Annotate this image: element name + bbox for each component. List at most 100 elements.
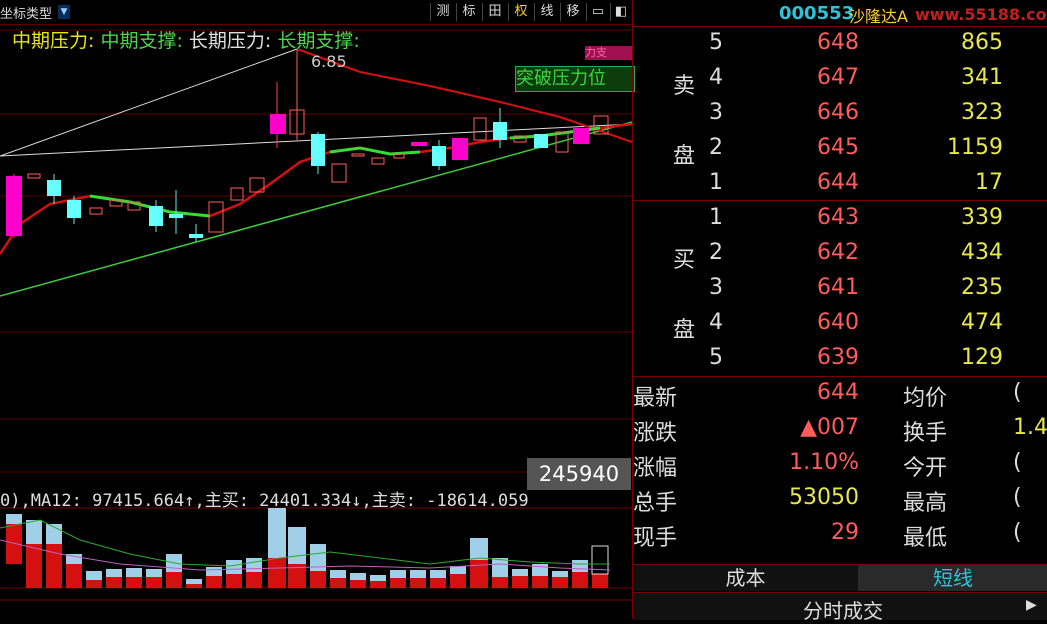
quote-value: ▲007: [800, 415, 859, 440]
trade-ticker-title: 分时成交: [803, 599, 883, 623]
buy-row-1[interactable]: 1 643 339: [633, 205, 1047, 240]
candle: [67, 200, 81, 218]
quote-value: (: [1013, 520, 1022, 545]
buy-volume: 129: [961, 345, 1003, 370]
ma-green-segment-2: [329, 146, 421, 156]
long-pressure-label: 长期压力:: [188, 30, 272, 52]
kline-chart-area[interactable]: 坐标类型 ▼ 测 标 田 权 线 移 ▭ ◧ 中期压力: 中期支撑: 长期压力:…: [0, 0, 635, 619]
quote-value: 29: [831, 520, 859, 545]
volume-value-box: 245940: [527, 458, 631, 490]
buy-level: 1: [709, 205, 723, 230]
quote-value: 1.4: [1013, 415, 1047, 440]
sell-volume: 341: [961, 65, 1003, 90]
quote-label: 最新: [633, 386, 678, 411]
quote-label: 换手: [903, 421, 948, 446]
sell-row-4[interactable]: 4 647 341: [633, 65, 1047, 100]
measure-button[interactable]: 测: [430, 3, 455, 21]
candle: [493, 122, 507, 140]
sell-price: 647: [817, 65, 859, 90]
buy-level: 5: [709, 345, 723, 370]
quote-row-latest: 最新 644 均价 (: [633, 380, 1047, 415]
buy-row-2[interactable]: 2 642 434: [633, 240, 1047, 275]
tab-cost[interactable]: 成本: [633, 565, 859, 591]
line-button[interactable]: 线: [534, 3, 559, 21]
sell-level: 3: [709, 100, 723, 125]
rights-button[interactable]: 权: [508, 3, 533, 21]
arrow-right-icon[interactable]: ▶: [1026, 597, 1040, 613]
candle: [89, 207, 103, 215]
panel-toggle-icon[interactable]: ◧: [610, 3, 631, 21]
quote-row-current-volume: 现手 29 最低 (: [633, 520, 1047, 555]
candle: [371, 157, 385, 165]
sell-volume: 1159: [947, 135, 1003, 160]
candle: [169, 214, 183, 218]
grid-button[interactable]: 田: [482, 3, 507, 21]
buy-row-4[interactable]: 4 640 474: [633, 310, 1047, 345]
candle: [432, 146, 446, 166]
sell-row-3[interactable]: 3 646 323: [633, 100, 1047, 135]
volume-bars: [6, 508, 609, 588]
candle: [351, 153, 365, 157]
quote-label: 最低: [903, 526, 948, 551]
quote-value: (: [1013, 450, 1022, 475]
move-button[interactable]: 移: [560, 3, 585, 21]
buy-price: 642: [817, 240, 859, 265]
buy-row-3[interactable]: 3 641 235: [633, 275, 1047, 310]
candle: [27, 173, 41, 179]
stock-header: 000553 沙隆达A www.55188.com: [633, 0, 1047, 27]
quote-value: 644: [817, 380, 859, 405]
sell-level: 1: [709, 170, 723, 195]
candle: [47, 180, 61, 196]
mark-button[interactable]: 标: [456, 3, 481, 21]
buy-volume: 474: [961, 310, 1003, 335]
quote-label: 涨幅: [633, 456, 678, 481]
kline-svg: [0, 29, 632, 601]
trade-ticker-bar[interactable]: 分时成交 ▶: [633, 592, 1047, 623]
coord-type-label[interactable]: 坐标类型: [0, 3, 52, 22]
sell-price: 648: [817, 30, 859, 55]
buy-row-5[interactable]: 5 639 129: [633, 345, 1047, 380]
quote-label: 现手: [633, 526, 678, 551]
candle: [331, 163, 347, 183]
sell-volume: 17: [975, 170, 1003, 195]
buy-price: 640: [817, 310, 859, 335]
sell-level: 5: [709, 30, 723, 55]
window-icon[interactable]: ▭: [586, 3, 609, 21]
candle: [452, 138, 468, 160]
quote-value: 53050: [789, 485, 859, 510]
candle: [270, 114, 286, 134]
coord-type-dropdown-icon[interactable]: ▼: [58, 5, 70, 19]
sell-row-2[interactable]: 2 645 1159: [633, 135, 1047, 170]
buy-price: 639: [817, 345, 859, 370]
tab-short-term[interactable]: 短线: [858, 565, 1047, 591]
buy-volume: 339: [961, 205, 1003, 230]
watermark: www.55188.com: [915, 5, 1047, 24]
breakout-label: 突破压力位: [515, 66, 635, 92]
candle: [573, 128, 589, 144]
quote-value: 1.10%: [789, 450, 859, 475]
buy-level: 3: [709, 275, 723, 300]
candle: [208, 201, 224, 233]
buy-volume: 235: [961, 275, 1003, 300]
quote-label: 最高: [903, 491, 948, 516]
sell-price: 646: [817, 100, 859, 125]
candle: [473, 117, 487, 141]
candle: [6, 176, 22, 236]
sell-price: 644: [817, 170, 859, 195]
buy-level: 2: [709, 240, 723, 265]
chart-toolbar: 坐标类型 ▼ 测 标 田 权 线 移 ▭ ◧: [0, 0, 632, 25]
candle: [230, 187, 244, 201]
tab-bar: 成本 短线: [633, 564, 1047, 591]
sell-row-5[interactable]: 5 648 865: [633, 30, 1047, 65]
buy-volume: 434: [961, 240, 1003, 265]
candle: [534, 134, 548, 148]
indicator-row: 0),MA12: 97415.664↑,主买: 24401.334↓,主卖: -…: [0, 486, 529, 511]
quote-label: 总手: [633, 491, 678, 516]
candle: [149, 206, 163, 226]
mid-support-label: 中期支撑:: [100, 30, 183, 52]
quote-label: 今开: [903, 456, 948, 481]
candle: [189, 234, 203, 238]
indicator-text: 0),MA12: 97415.664↑,主买: 24401.334↓,主卖: -…: [0, 491, 529, 511]
quote-panel: 000553 沙隆达A www.55188.com 卖 盘 5 648 865 …: [632, 0, 1047, 623]
peak-price-label: 6.85: [311, 52, 347, 71]
